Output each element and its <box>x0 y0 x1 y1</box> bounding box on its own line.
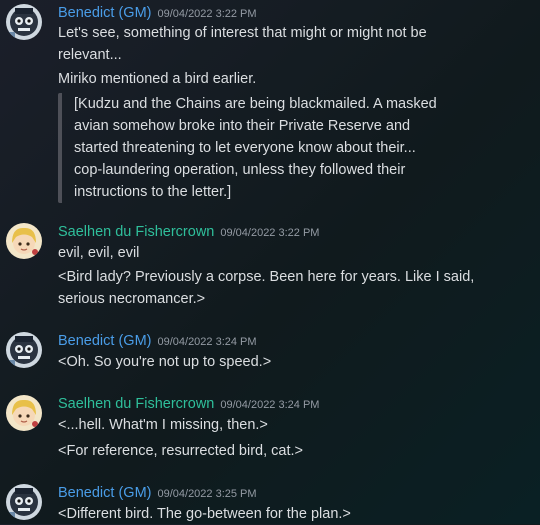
message-line: <...hell. What'm I missing, then.> <box>58 417 268 433</box>
message-line: serious necromancer.> <box>58 291 206 307</box>
quote-line: cop-laundering operation, unless they fo… <box>74 162 406 178</box>
message-line: relevant... <box>58 47 122 63</box>
message-header: Benedict (GM) 09/04/2022 3:24 PM <box>58 332 257 350</box>
message-line: <Oh. So you're not up to speed.> <box>58 354 272 370</box>
message-line: <For reference, resurrected bird, cat.> <box>58 443 303 459</box>
message-line: Let's see, something of interest that mi… <box>58 25 427 41</box>
message-header: Benedict (GM) 09/04/2022 3:25 PM <box>58 484 257 502</box>
skull-mask-avatar-icon[interactable] <box>6 4 42 40</box>
quote-line: avian somehow broke into their Private R… <box>74 118 411 134</box>
author-name[interactable]: Benedict (GM) <box>58 5 151 21</box>
block-quote: [Kudzu and the Chains are being blackmai… <box>58 93 464 203</box>
author-name[interactable]: Benedict (GM) <box>58 485 151 501</box>
message-header: Saelhen du Fishercrown 09/04/2022 3:24 PM <box>58 395 319 413</box>
message-line: evil, evil, evil <box>58 245 140 261</box>
author-name[interactable]: Saelhen du Fishercrown <box>58 396 214 412</box>
author-name[interactable]: Benedict (GM) <box>58 333 151 349</box>
message-header: Benedict (GM) 09/04/2022 3:22 PM <box>58 4 257 22</box>
message-line: Miriko mentioned a bird earlier. <box>58 71 257 87</box>
timestamp: 09/04/2022 3:25 PM <box>157 488 257 500</box>
timestamp: 09/04/2022 3:24 PM <box>157 336 257 348</box>
quote-line: [Kudzu and the Chains are being blackmai… <box>74 96 437 112</box>
message-line: <Bird lady? Previously a corpse. Been he… <box>58 269 475 285</box>
message-line: <Different bird. The go-between for the … <box>58 506 351 522</box>
author-name[interactable]: Saelhen du Fishercrown <box>58 224 214 240</box>
blonde-character-avatar-icon[interactable] <box>6 395 42 431</box>
message-header: Saelhen du Fishercrown 09/04/2022 3:22 PM <box>58 223 319 241</box>
quote-line: instructions to the letter.] <box>74 184 232 200</box>
timestamp: 09/04/2022 3:24 PM <box>220 399 320 411</box>
skull-mask-avatar-icon[interactable] <box>6 484 42 520</box>
skull-mask-avatar-icon[interactable] <box>6 332 42 368</box>
quote-line: started threatening to let everyone know… <box>74 140 416 156</box>
timestamp: 09/04/2022 3:22 PM <box>157 8 257 20</box>
blonde-character-avatar-icon[interactable] <box>6 223 42 259</box>
timestamp: 09/04/2022 3:22 PM <box>220 227 320 239</box>
